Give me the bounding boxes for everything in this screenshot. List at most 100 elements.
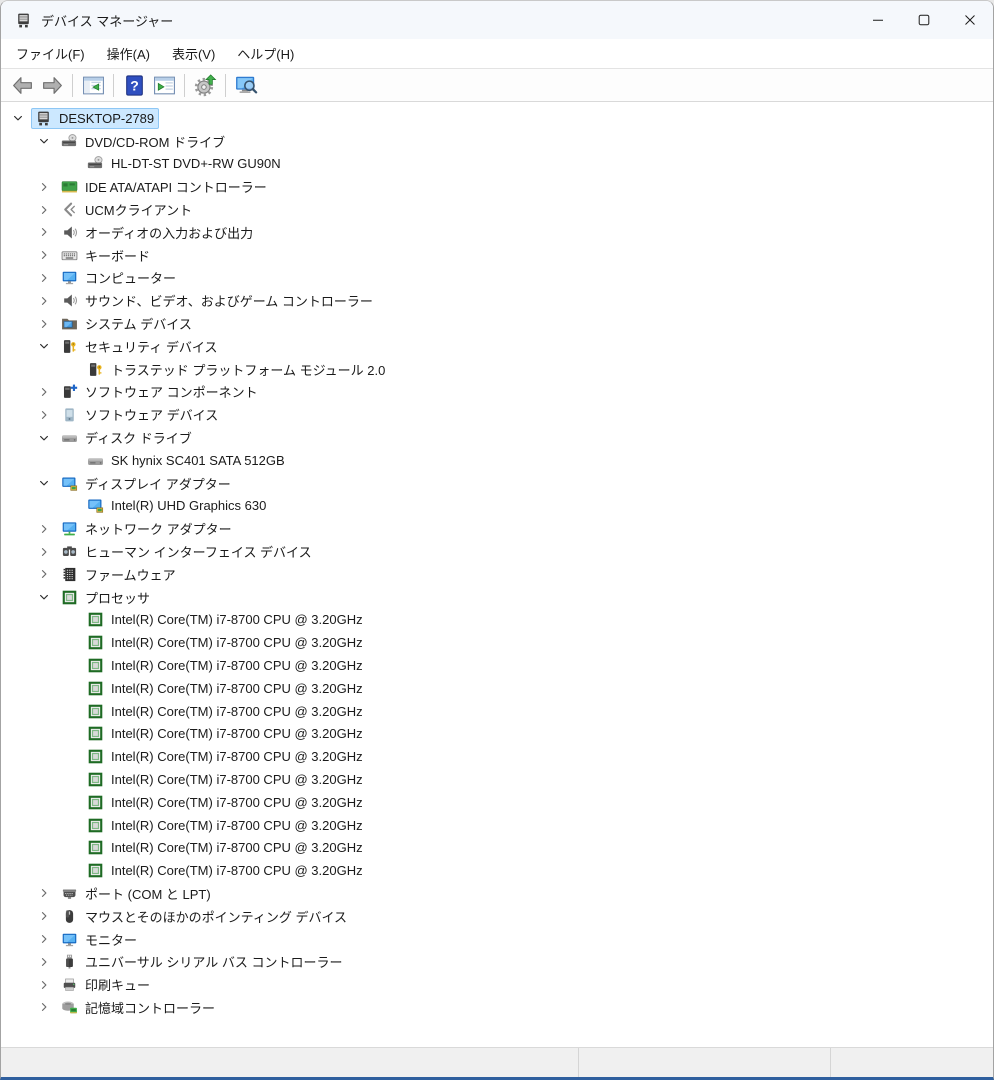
tree-item[interactable]: キーボード <box>57 244 155 267</box>
chevron-right-icon[interactable] <box>35 316 53 332</box>
tree-item[interactable]: ソフトウェア デバイス <box>57 403 223 426</box>
tree-item[interactable]: 印刷キュー <box>57 973 155 996</box>
tree-row[interactable]: ディスク ドライブ <box>1 426 993 449</box>
tree-item-selected[interactable]: DESKTOP-2789 <box>31 107 160 129</box>
tree-item[interactable]: UCMクライアント <box>57 198 197 221</box>
tree-row[interactable]: Intel(R) Core(TM) i7-8700 CPU @ 3.20GHz <box>1 745 993 768</box>
menu-view[interactable]: 表示(V) <box>161 39 226 68</box>
chevron-right-icon[interactable] <box>35 384 53 400</box>
tree-row[interactable]: SK hynix SC401 SATA 512GB <box>1 449 993 472</box>
tree-item[interactable]: HL-DT-ST DVD+-RW GU90N <box>83 153 286 174</box>
tree-item[interactable]: Intel(R) Core(TM) i7-8700 CPU @ 3.20GHz <box>83 815 368 836</box>
tree-item[interactable]: Intel(R) Core(TM) i7-8700 CPU @ 3.20GHz <box>83 701 368 722</box>
tree-row[interactable]: ソフトウェア コンポーネント <box>1 381 993 404</box>
tree-row[interactable]: 印刷キュー <box>1 973 993 996</box>
tree-row[interactable]: トラステッド プラットフォーム モジュール 2.0 <box>1 358 993 381</box>
scan-hardware-changes-button[interactable] <box>190 71 220 100</box>
chevron-right-icon[interactable] <box>35 247 53 263</box>
tree-item[interactable]: セキュリティ デバイス <box>57 335 222 358</box>
close-button[interactable] <box>947 1 993 39</box>
tree-item[interactable]: Intel(R) Core(TM) i7-8700 CPU @ 3.20GHz <box>83 769 368 790</box>
tree-row[interactable]: Intel(R) Core(TM) i7-8700 CPU @ 3.20GHz <box>1 859 993 882</box>
tree-row[interactable]: DESKTOP-2789 <box>1 107 993 130</box>
chevron-down-icon[interactable] <box>35 589 53 605</box>
tree-item[interactable]: Intel(R) Core(TM) i7-8700 CPU @ 3.20GHz <box>83 655 368 676</box>
tree-row[interactable]: Intel(R) Core(TM) i7-8700 CPU @ 3.20GHz <box>1 677 993 700</box>
chevron-right-icon[interactable] <box>35 224 53 240</box>
tree-item[interactable]: プロセッサ <box>57 586 155 609</box>
tree-row[interactable]: モニター <box>1 928 993 951</box>
tree-row[interactable]: HL-DT-ST DVD+-RW GU90N <box>1 153 993 176</box>
tree-item[interactable]: マウスとそのほかのポインティング デバイス <box>57 905 352 928</box>
menu-file[interactable]: ファイル(F) <box>5 39 96 68</box>
tree-item[interactable]: DVD/CD-ROM ドライブ <box>57 130 230 153</box>
tree-item[interactable]: オーディオの入力および出力 <box>57 221 258 244</box>
chevron-right-icon[interactable] <box>35 270 53 286</box>
tree-item[interactable]: Intel(R) Core(TM) i7-8700 CPU @ 3.20GHz <box>83 746 368 767</box>
tree-item[interactable]: Intel(R) Core(TM) i7-8700 CPU @ 3.20GHz <box>83 837 368 858</box>
tree-row[interactable]: キーボード <box>1 244 993 267</box>
chevron-right-icon[interactable] <box>35 293 53 309</box>
tree-row[interactable]: Intel(R) UHD Graphics 630 <box>1 495 993 518</box>
maximize-button[interactable] <box>901 1 947 39</box>
chevron-right-icon[interactable] <box>35 566 53 582</box>
chevron-right-icon[interactable] <box>35 908 53 924</box>
tree-item[interactable]: ユニバーサル シリアル バス コントローラー <box>57 950 347 973</box>
tree-row[interactable]: ディスプレイ アダプター <box>1 472 993 495</box>
help-button[interactable]: ? <box>119 71 149 100</box>
device-manager-view-button[interactable] <box>231 71 261 100</box>
chevron-right-icon[interactable] <box>35 521 53 537</box>
chevron-right-icon[interactable] <box>35 977 53 993</box>
tree-item[interactable]: 記憶域コントローラー <box>57 996 220 1019</box>
tree-item[interactable]: SK hynix SC401 SATA 512GB <box>83 450 290 471</box>
chevron-down-icon[interactable] <box>35 338 53 354</box>
tree-item[interactable]: Intel(R) Core(TM) i7-8700 CPU @ 3.20GHz <box>83 860 368 881</box>
tree-item[interactable]: Intel(R) UHD Graphics 630 <box>83 495 271 516</box>
tree-row[interactable]: オーディオの入力および出力 <box>1 221 993 244</box>
tree-row[interactable]: IDE ATA/ATAPI コントローラー <box>1 175 993 198</box>
tree-item[interactable]: トラステッド プラットフォーム モジュール 2.0 <box>83 358 390 381</box>
tree-item[interactable]: Intel(R) Core(TM) i7-8700 CPU @ 3.20GHz <box>83 723 368 744</box>
tree-row[interactable]: セキュリティ デバイス <box>1 335 993 358</box>
tree-row[interactable]: ソフトウェア デバイス <box>1 403 993 426</box>
tree-row[interactable]: Intel(R) Core(TM) i7-8700 CPU @ 3.20GHz <box>1 700 993 723</box>
chevron-right-icon[interactable] <box>35 931 53 947</box>
tree-row[interactable]: ポート (COM と LPT) <box>1 882 993 905</box>
tree-row[interactable]: プロセッサ <box>1 586 993 609</box>
action-pane-button[interactable] <box>149 71 179 100</box>
tree-item[interactable]: コンピューター <box>57 266 181 289</box>
tree-row[interactable]: Intel(R) Core(TM) i7-8700 CPU @ 3.20GHz <box>1 654 993 677</box>
tree-item[interactable]: ディスプレイ アダプター <box>57 472 236 495</box>
tree-row[interactable]: Intel(R) Core(TM) i7-8700 CPU @ 3.20GHz <box>1 723 993 746</box>
tree-item[interactable]: ディスク ドライブ <box>57 426 197 449</box>
tree-row[interactable]: Intel(R) Core(TM) i7-8700 CPU @ 3.20GHz <box>1 609 993 632</box>
tree-row[interactable]: Intel(R) Core(TM) i7-8700 CPU @ 3.20GHz <box>1 791 993 814</box>
chevron-right-icon[interactable] <box>35 544 53 560</box>
chevron-down-icon[interactable] <box>35 430 53 446</box>
chevron-right-icon[interactable] <box>35 407 53 423</box>
tree-item[interactable]: ポート (COM と LPT) <box>57 882 216 905</box>
tree-item[interactable]: Intel(R) Core(TM) i7-8700 CPU @ 3.20GHz <box>83 678 368 699</box>
tree-row[interactable]: Intel(R) Core(TM) i7-8700 CPU @ 3.20GHz <box>1 631 993 654</box>
tree-row[interactable]: マウスとそのほかのポインティング デバイス <box>1 905 993 928</box>
tree-row[interactable]: ファームウェア <box>1 563 993 586</box>
tree-row[interactable]: DVD/CD-ROM ドライブ <box>1 130 993 153</box>
tree-row[interactable]: 記憶域コントローラー <box>1 996 993 1019</box>
tree-item[interactable]: ネットワーク アダプター <box>57 517 237 540</box>
tree-item[interactable]: Intel(R) Core(TM) i7-8700 CPU @ 3.20GHz <box>83 792 368 813</box>
tree-item[interactable]: モニター <box>57 928 142 951</box>
tree-item[interactable]: サウンド、ビデオ、およびゲーム コントローラー <box>57 289 378 312</box>
minimize-button[interactable] <box>855 1 901 39</box>
tree-row[interactable]: UCMクライアント <box>1 198 993 221</box>
chevron-down-icon[interactable] <box>35 133 53 149</box>
tree-row[interactable]: コンピューター <box>1 267 993 290</box>
tree-row[interactable]: Intel(R) Core(TM) i7-8700 CPU @ 3.20GHz <box>1 768 993 791</box>
chevron-right-icon[interactable] <box>35 202 53 218</box>
tree-row[interactable]: ユニバーサル シリアル バス コントローラー <box>1 950 993 973</box>
tree-item[interactable]: ヒューマン インターフェイス デバイス <box>57 540 317 563</box>
tree-row[interactable]: ヒューマン インターフェイス デバイス <box>1 540 993 563</box>
tree-row[interactable]: サウンド、ビデオ、およびゲーム コントローラー <box>1 289 993 312</box>
chevron-down-icon[interactable] <box>35 475 53 491</box>
tree-item[interactable]: Intel(R) Core(TM) i7-8700 CPU @ 3.20GHz <box>83 632 368 653</box>
tree-row[interactable]: ネットワーク アダプター <box>1 517 993 540</box>
